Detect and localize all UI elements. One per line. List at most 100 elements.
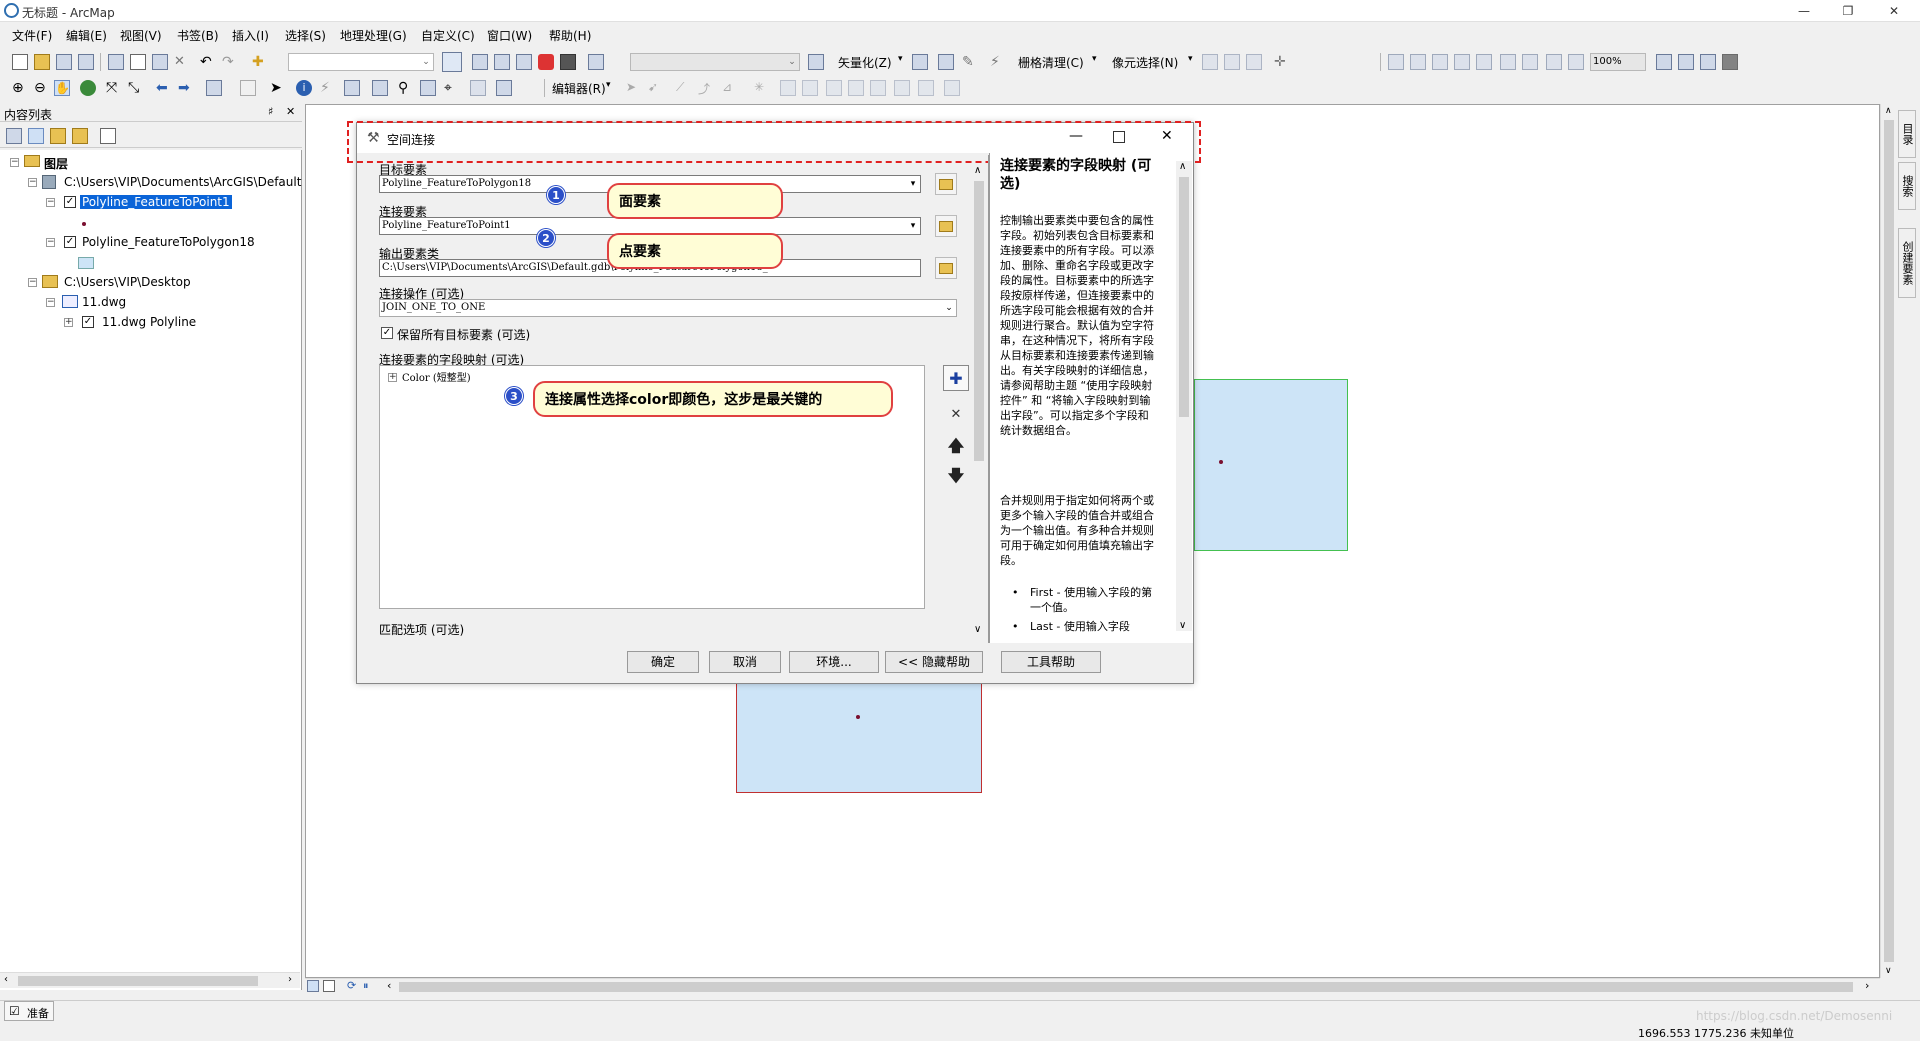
zoom-in-icon[interactable]: ⊕	[12, 80, 28, 96]
previous-extent-icon[interactable]	[1546, 54, 1562, 70]
pause-drawing-icon[interactable]: ⏸	[363, 979, 369, 993]
point-layer-checkbox[interactable]: ✓	[64, 196, 76, 208]
new-document-icon[interactable]	[12, 54, 28, 70]
menu-bookmarks[interactable]: 书签(B)	[177, 27, 219, 44]
cell-selection-menu[interactable]: 像元选择(N)	[1112, 54, 1178, 71]
python-window-icon[interactable]	[560, 54, 576, 70]
raster-painter-icon[interactable]	[912, 54, 928, 70]
select-features-icon[interactable]	[206, 80, 222, 96]
list-by-visibility-icon[interactable]	[50, 128, 66, 144]
point-icon[interactable]: ✳	[754, 80, 770, 96]
minimize-button[interactable]: —	[1782, 0, 1826, 22]
environments-button[interactable]: 环境...	[789, 651, 879, 673]
remove-field-button[interactable]: ✕	[943, 401, 969, 427]
menu-customize[interactable]: 自定义(C)	[421, 27, 475, 44]
refresh-icon[interactable]: ⟳	[347, 979, 356, 992]
attributes-icon[interactable]	[894, 80, 910, 96]
fixed-zoom-in-icon[interactable]	[1500, 54, 1516, 70]
polygon-layer-label[interactable]: Polyline_FeatureToPolygon18	[82, 235, 255, 249]
measure-icon[interactable]	[372, 80, 388, 96]
map-vertical-scrollbar[interactable]: ∧ ∨	[1880, 104, 1896, 978]
keep-all-checkbox[interactable]: ✓	[381, 327, 393, 339]
color-field-item[interactable]: Color (短整型)	[402, 369, 471, 384]
menu-selection[interactable]: 选择(S)	[285, 27, 326, 44]
time-slider-icon[interactable]	[470, 80, 486, 96]
line-tool-icon[interactable]	[938, 54, 954, 70]
toc-close-icon[interactable]: ✕	[286, 105, 295, 118]
param-scrollbar[interactable]: ∧ ∨	[971, 165, 987, 635]
menu-file[interactable]: 文件(F)	[12, 27, 52, 44]
join-operation-select[interactable]: JOIN_ONE_TO_ONE ⌄	[379, 299, 957, 317]
full-extent-icon[interactable]	[80, 80, 96, 96]
list-by-selection-icon[interactable]	[72, 128, 88, 144]
cut-polygons-icon[interactable]	[826, 80, 842, 96]
next-extent-icon[interactable]	[1568, 54, 1584, 70]
collapse-layers-icon[interactable]: −	[10, 158, 19, 167]
fixed-zoom-out-icon[interactable]	[1522, 54, 1538, 70]
collapse-polygon-layer-icon[interactable]: −	[46, 238, 55, 247]
search-window-icon[interactable]	[516, 54, 532, 70]
map-horizontal-scrollbar[interactable]: ⟳ ⏸ ‹ ›	[305, 978, 1880, 994]
split-icon[interactable]	[848, 80, 864, 96]
forward-extent-icon[interactable]: ➡	[178, 80, 194, 96]
edit-annotation-icon[interactable]: ➹	[648, 80, 664, 96]
layout-pan-icon[interactable]	[1432, 54, 1448, 70]
arctoolbox-icon[interactable]	[538, 54, 554, 70]
add-data-icon[interactable]: ✚	[252, 54, 268, 70]
create-features-side-tab[interactable]: 创建要素	[1898, 228, 1916, 298]
restore-button[interactable]: ❐	[1826, 0, 1870, 22]
straight-segment-icon[interactable]: ⟋	[676, 80, 692, 96]
menu-edit[interactable]: 编辑(E)	[66, 27, 107, 44]
print-icon[interactable]	[78, 54, 94, 70]
toc-pin-icon[interactable]: ♯	[268, 105, 273, 118]
toc-window-icon[interactable]	[472, 54, 488, 70]
select-elements-icon[interactable]: ➤	[270, 80, 286, 96]
list-by-source-icon[interactable]	[28, 128, 44, 144]
polyline-layer-label[interactable]: 11.dwg Polyline	[102, 315, 196, 329]
edit-vertices-icon[interactable]	[780, 80, 796, 96]
reshape-icon[interactable]	[802, 80, 818, 96]
polygon-layer-checkbox[interactable]: ✓	[64, 236, 76, 248]
raster-icon[interactable]	[808, 54, 824, 70]
layers-root-label[interactable]: 图层	[44, 155, 68, 172]
paste-icon[interactable]	[152, 54, 168, 70]
hyperlink-icon[interactable]: ⚡	[320, 80, 336, 96]
menu-help[interactable]: 帮助(H)	[549, 27, 591, 44]
fixed-zoom-out-icon-2[interactable]: ⤡	[128, 80, 144, 96]
redo-icon[interactable]: ↷	[222, 54, 238, 70]
tool-help-button[interactable]: 工具帮助	[1001, 651, 1101, 673]
copy-icon[interactable]	[130, 54, 146, 70]
cut-icon[interactable]	[108, 54, 124, 70]
trace-icon[interactable]: ⊿	[722, 80, 738, 96]
target-browse-button[interactable]	[935, 173, 957, 195]
clear-selection-icon[interactable]	[240, 80, 256, 96]
back-extent-icon[interactable]: ⬅	[156, 80, 172, 96]
data-driven-pages-icon[interactable]	[1722, 54, 1738, 70]
vectorize-menu[interactable]: 矢量化(Z)	[838, 54, 892, 71]
fill-icon[interactable]	[1246, 54, 1262, 70]
html-popup-icon[interactable]	[344, 80, 360, 96]
add-field-button[interactable]: ✚	[943, 365, 969, 391]
pan-icon[interactable]: ✋	[54, 80, 70, 96]
collapse-dwg-icon[interactable]: −	[46, 298, 55, 307]
menu-geoprocessing[interactable]: 地理处理(G)	[340, 27, 407, 44]
point-layer-label[interactable]: Polyline_FeatureToPoint1	[80, 195, 232, 209]
pencil-icon[interactable]: ✎	[962, 54, 978, 70]
move-up-button[interactable]: 🡅	[943, 435, 969, 461]
catalog-side-tab[interactable]: 目录	[1898, 110, 1916, 158]
move-down-button[interactable]: 🡇	[943, 465, 969, 491]
menu-insert[interactable]: 插入(I)	[232, 27, 269, 44]
focus-data-frame-icon[interactable]	[1678, 54, 1694, 70]
help-scrollbar[interactable]: ∧ ∨	[1176, 161, 1192, 631]
expand-polyline-icon[interactable]: +	[64, 318, 73, 327]
edit-tool-icon[interactable]: ➤	[626, 80, 642, 96]
collapse-point-layer-icon[interactable]: −	[46, 198, 55, 207]
change-layout-icon[interactable]	[1700, 54, 1716, 70]
menu-windows[interactable]: 窗口(W)	[487, 27, 532, 44]
data-view-icon[interactable]	[307, 980, 319, 992]
close-button[interactable]: ✕	[1872, 0, 1916, 22]
create-features-icon[interactable]	[944, 80, 960, 96]
model-builder-icon[interactable]	[588, 54, 604, 70]
crosshair-icon[interactable]: ✛	[1274, 54, 1290, 70]
dwg-label[interactable]: 11.dwg	[82, 295, 126, 309]
